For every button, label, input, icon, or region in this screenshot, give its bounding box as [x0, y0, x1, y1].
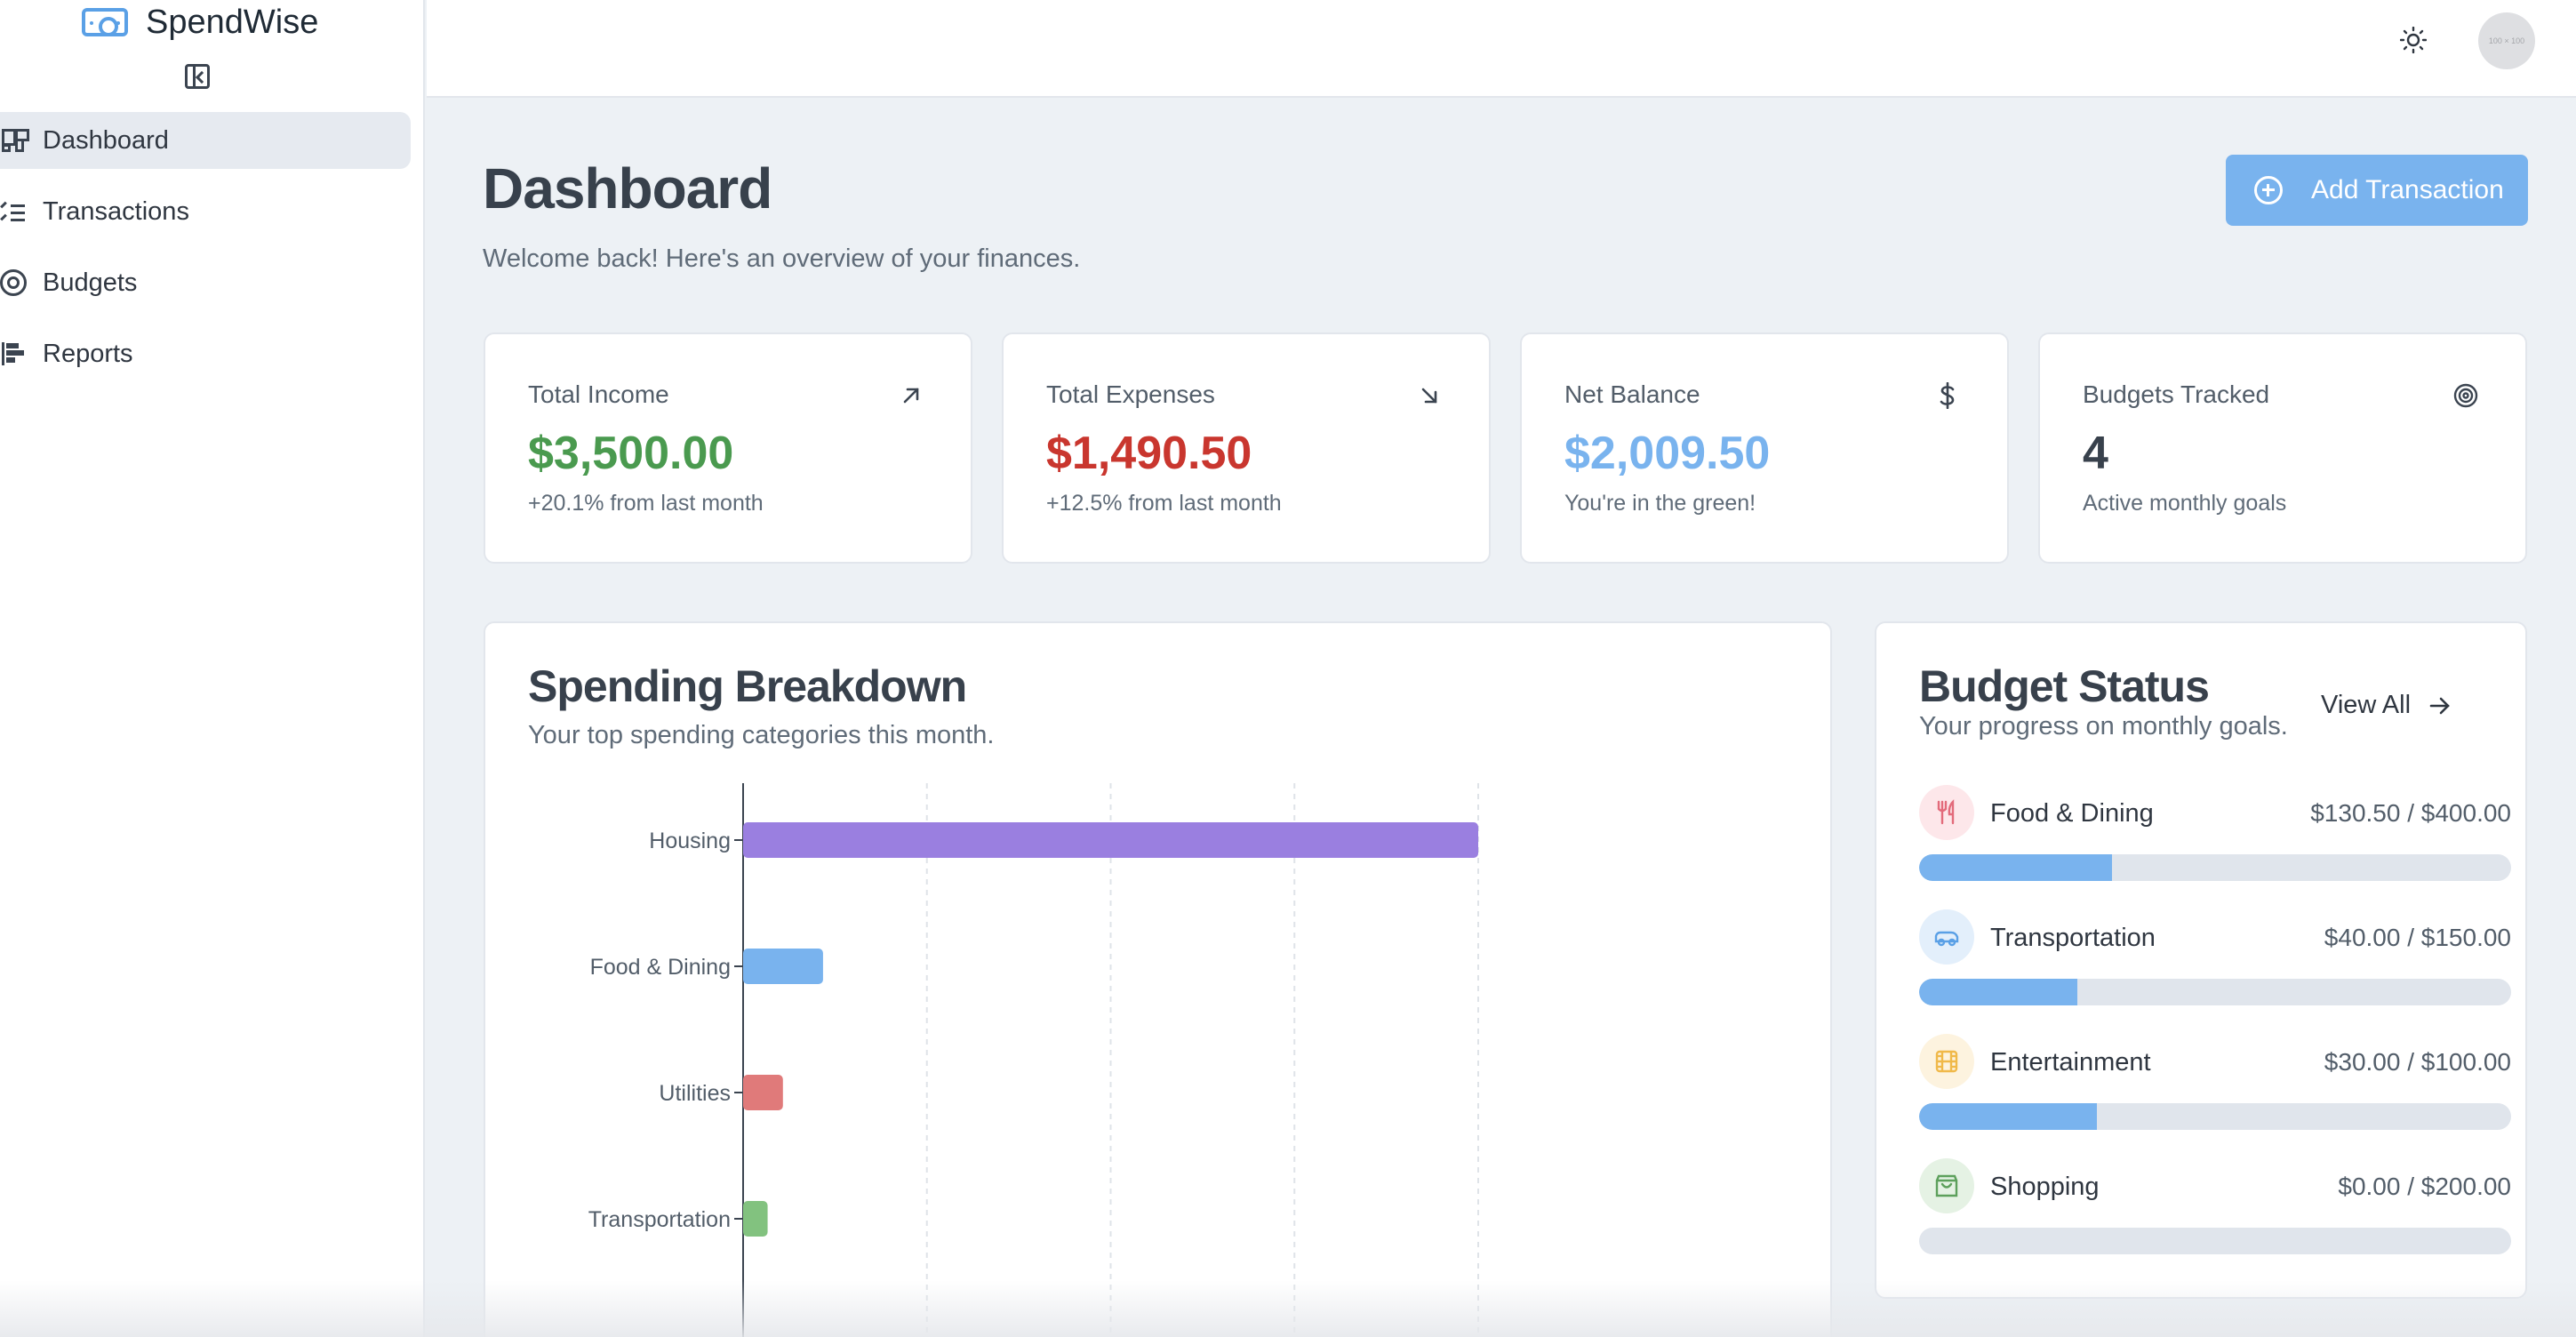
stat-note: You're in the green!: [1564, 491, 1756, 516]
stat-label: Net Balance: [1564, 380, 1700, 408]
sidebar-item-label: Reports: [43, 339, 133, 368]
chart-bar: [743, 1075, 783, 1110]
chart-category-label: Housing: [649, 829, 731, 853]
budget-name: Shopping: [1990, 1173, 2100, 1201]
stat-value: $2,009.50: [1564, 428, 1771, 479]
budget-item-food-dining[interactable]: Food & Dining $130.50 / $400.00: [1919, 785, 2511, 909]
budget-name: Food & Dining: [1990, 799, 2154, 828]
spending-breakdown-card: Spending Breakdown Your top spending cat…: [484, 621, 1832, 1337]
brand-name: SpendWise: [146, 3, 319, 41]
budget-amount: $130.50 / $400.00: [2310, 799, 2511, 827]
budget-title: Budget Status: [1919, 661, 2210, 711]
budget-progress-fill: [1919, 979, 2077, 1005]
car-icon: [1919, 909, 1974, 965]
stat-label: Total Income: [528, 380, 669, 408]
budget-item-transportation[interactable]: Transportation $40.00 / $150.00: [1919, 909, 2511, 1034]
sun-icon[interactable]: [2400, 27, 2427, 53]
icon-part: [15, 139, 24, 152]
stat-note: +12.5% from last month: [1046, 491, 1282, 516]
sidebar-nav: Dashboard Transactions Budgets Reports: [0, 112, 411, 396]
chart-bar: [743, 822, 1478, 858]
spending-title: Spending Breakdown: [528, 661, 967, 711]
budget-progress-track: [1919, 1228, 2511, 1254]
page-title: Dashboard: [483, 156, 772, 220]
sidebar-item-label: Dashboard: [43, 125, 169, 155]
plus-circle-icon: [2254, 176, 2283, 204]
icon-part: [11, 219, 25, 221]
stat-note: Active monthly goals: [2083, 491, 2287, 516]
stat-card-total-income: Total Income $3,500.00 +20.1% from last …: [484, 332, 972, 564]
sidebar-item-dashboard[interactable]: Dashboard: [0, 112, 411, 169]
budget-progress-fill: [1919, 1103, 2097, 1130]
target-icon: [0, 269, 27, 296]
icon-part: [6, 350, 24, 356]
icon-part: [2, 144, 11, 152]
avatar[interactable]: 100 × 100: [2478, 12, 2535, 69]
brand[interactable]: SpendWise: [82, 0, 318, 44]
chart-category-label: Food & Dining: [590, 955, 731, 980]
icon-part: [0, 201, 7, 209]
dollar-icon: [1940, 382, 1955, 409]
sidebar-item-transactions[interactable]: Transactions: [0, 183, 411, 240]
add-transaction-button[interactable]: Add Transaction: [2226, 155, 2528, 226]
icon-part: [11, 212, 25, 214]
icon-part: [6, 343, 19, 348]
chart-bar: [743, 949, 823, 984]
stat-value: $1,490.50: [1046, 428, 1252, 479]
budget-status-card: Budget Status Your progress on monthly g…: [1875, 621, 2527, 1299]
arrow-up-right-icon: [903, 388, 919, 404]
stat-label: Total Expenses: [1046, 380, 1215, 408]
stat-card-budgets-tracked: Budgets Tracked 4 Active monthly goals: [2038, 332, 2527, 564]
sidebar-item-budgets[interactable]: Budgets: [0, 254, 411, 311]
target-icon: [2453, 383, 2478, 408]
chart-bar: [743, 1201, 768, 1237]
icon-part: [11, 204, 25, 207]
budget-progress-track: [1919, 979, 2511, 1005]
layout-dashboard-icon: [0, 127, 29, 154]
shopping-bag-icon: [1919, 1158, 1974, 1213]
topbar: [427, 0, 2576, 98]
budget-progress-fill: [1919, 854, 2113, 881]
stat-value: $3,500.00: [528, 428, 734, 479]
budget-progress-track: [1919, 1103, 2511, 1130]
bar-chart-icon: [0, 340, 27, 367]
budget-amount: $40.00 / $150.00: [2324, 924, 2511, 951]
chart-category-label: Utilities: [659, 1081, 731, 1106]
arrow-right-icon: [2429, 697, 2450, 714]
stat-value: 4: [2083, 428, 2108, 479]
budget-amount: $30.00 / $100.00: [2324, 1048, 2511, 1076]
stat-card-net-balance: Net Balance $2,009.50 You're in the gree…: [1520, 332, 2009, 564]
banknote-logo-icon: [82, 8, 128, 36]
budget-item-shopping[interactable]: Shopping $0.00 / $200.00: [1919, 1158, 2511, 1283]
utensils-icon: [1919, 785, 1974, 840]
spending-subtitle: Your top spending categories this month.: [528, 721, 995, 749]
budget-amount: $0.00 / $200.00: [2338, 1173, 2511, 1200]
stat-card-total-expenses: Total Expenses $1,490.50 +12.5% from las…: [1002, 332, 1491, 564]
sidebar-collapse-icon[interactable]: [185, 64, 210, 89]
budget-item-entertainment[interactable]: Entertainment $30.00 / $100.00: [1919, 1034, 2511, 1158]
view-all-button[interactable]: View All: [2321, 691, 2452, 720]
film-icon: [1919, 1034, 1974, 1089]
chart-category-label: Transportation: [588, 1207, 731, 1232]
budget-subtitle: Your progress on monthly goals.: [1919, 712, 2288, 741]
stat-label: Budgets Tracked: [2083, 380, 2270, 408]
budget-list: Food & Dining $130.50 / $400.00 Transpor…: [1919, 785, 2511, 1283]
add-transaction-label: Add Transaction: [2311, 175, 2504, 204]
icon-part: [0, 213, 7, 221]
icon-part: [6, 357, 15, 363]
avatar-placeholder-text: 100 × 100: [2488, 36, 2525, 45]
stat-note: +20.1% from last month: [528, 491, 764, 516]
sidebar-item-label: Budgets: [43, 268, 138, 297]
sidebar-item-label: Transactions: [43, 196, 189, 226]
sidebar-item-reports[interactable]: Reports: [0, 325, 411, 382]
list-checks-icon: [0, 198, 27, 225]
budget-name: Transportation: [1990, 924, 2156, 952]
arrow-down-right-icon: [1421, 388, 1437, 404]
page-subtitle: Welcome back! Here's an overview of your…: [483, 244, 1081, 273]
budget-name: Entertainment: [1990, 1048, 2151, 1077]
budget-progress-track: [1919, 854, 2511, 881]
view-all-label: View All: [2321, 691, 2412, 719]
sidebar: SpendWise Dashboard Transactions Budgets: [0, 0, 425, 1337]
spending-bar-chart: Housing Food & Dining Utilities Transportat…: [588, 783, 1479, 1337]
